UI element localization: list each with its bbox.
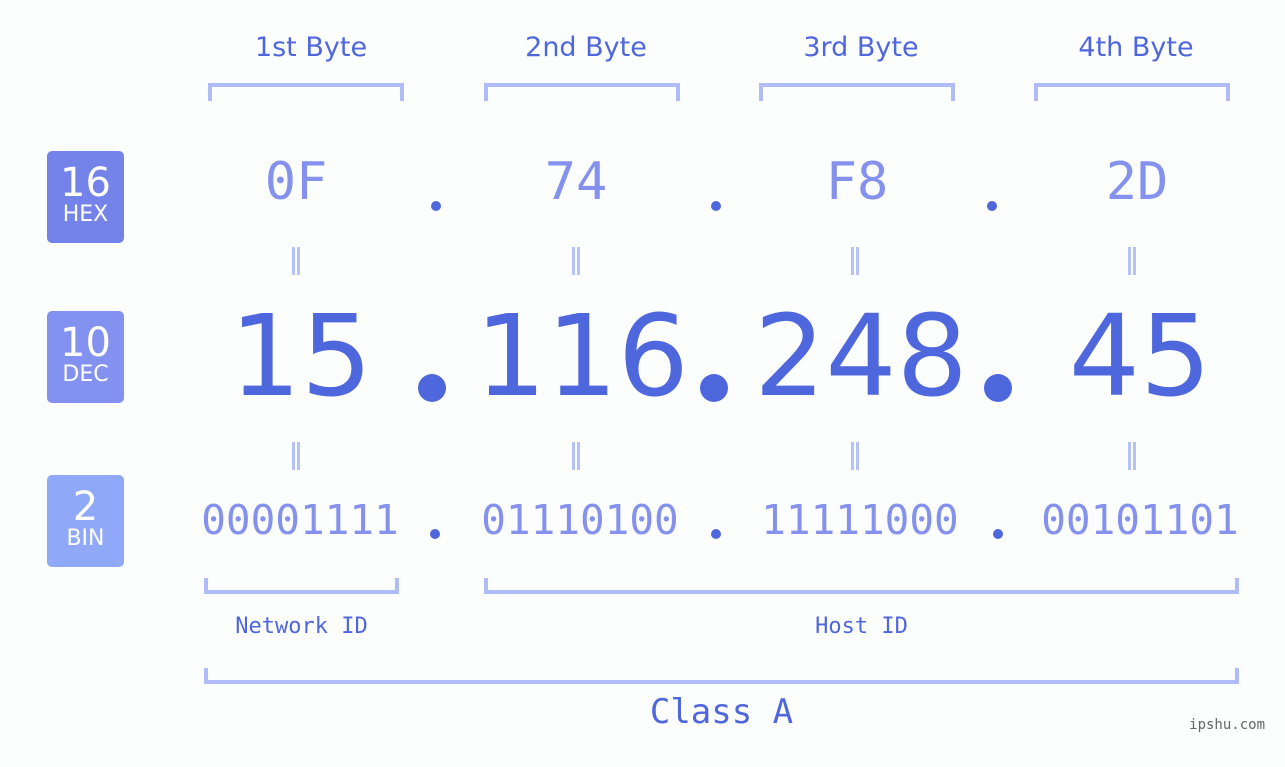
network-id-label: Network ID xyxy=(235,614,368,639)
hex-byte-3: F8 xyxy=(825,152,889,212)
class-label: Class A xyxy=(649,692,794,732)
byte-header-1: 1st Byte xyxy=(254,32,368,63)
bin-base: 2 xyxy=(72,484,99,530)
byte-bracket-2 xyxy=(484,83,680,101)
equals-icon xyxy=(1128,442,1136,470)
byte-bracket-3 xyxy=(759,83,955,101)
bin-byte-4: 00101101 xyxy=(1041,496,1239,544)
equals-icon xyxy=(572,247,580,275)
equals-icon xyxy=(851,247,859,275)
dec-byte-1: 15 xyxy=(229,292,373,422)
dec-dot-1 xyxy=(418,374,446,402)
byte-bracket-4 xyxy=(1034,83,1230,101)
hex-dot-3 xyxy=(987,201,997,211)
dec-badge: 10 DEC xyxy=(47,311,124,403)
network-bracket xyxy=(204,578,399,594)
bin-dot-1 xyxy=(430,529,440,539)
dec-byte-3: 248 xyxy=(754,292,968,422)
class-bracket xyxy=(204,668,1239,684)
bin-byte-3: 11111000 xyxy=(761,496,959,544)
byte-header-2: 2nd Byte xyxy=(525,32,647,63)
hex-byte-1: 0F xyxy=(264,152,328,212)
dec-dot-2 xyxy=(700,374,728,402)
dec-label: DEC xyxy=(62,362,109,387)
dec-byte-4: 45 xyxy=(1068,292,1212,422)
hex-byte-4: 2D xyxy=(1105,152,1169,212)
hex-dot-1 xyxy=(431,201,441,211)
dec-byte-2: 116 xyxy=(475,292,689,422)
dec-dot-3 xyxy=(984,374,1012,402)
hex-badge: 16 HEX xyxy=(47,151,124,243)
hex-label: HEX xyxy=(62,202,109,227)
byte-bracket-1 xyxy=(208,83,404,101)
equals-icon xyxy=(572,442,580,470)
bin-badge: 2 BIN xyxy=(47,475,124,567)
host-id-label: Host ID xyxy=(815,614,908,639)
bin-label: BIN xyxy=(66,526,105,551)
bin-dot-3 xyxy=(993,529,1003,539)
equals-icon xyxy=(1128,247,1136,275)
equals-icon xyxy=(851,442,859,470)
bin-byte-1: 00001111 xyxy=(201,496,399,544)
host-bracket xyxy=(484,578,1239,594)
watermark: ipshu.com xyxy=(1189,717,1265,733)
hex-dot-2 xyxy=(711,201,721,211)
equals-icon xyxy=(292,247,300,275)
equals-icon xyxy=(292,442,300,470)
dec-base: 10 xyxy=(60,320,111,366)
hex-byte-2: 74 xyxy=(544,152,608,212)
byte-header-4: 4th Byte xyxy=(1078,32,1194,63)
bin-dot-2 xyxy=(711,529,721,539)
byte-header-3: 3rd Byte xyxy=(803,32,919,63)
bin-byte-2: 01110100 xyxy=(481,496,679,544)
hex-base: 16 xyxy=(60,160,111,206)
